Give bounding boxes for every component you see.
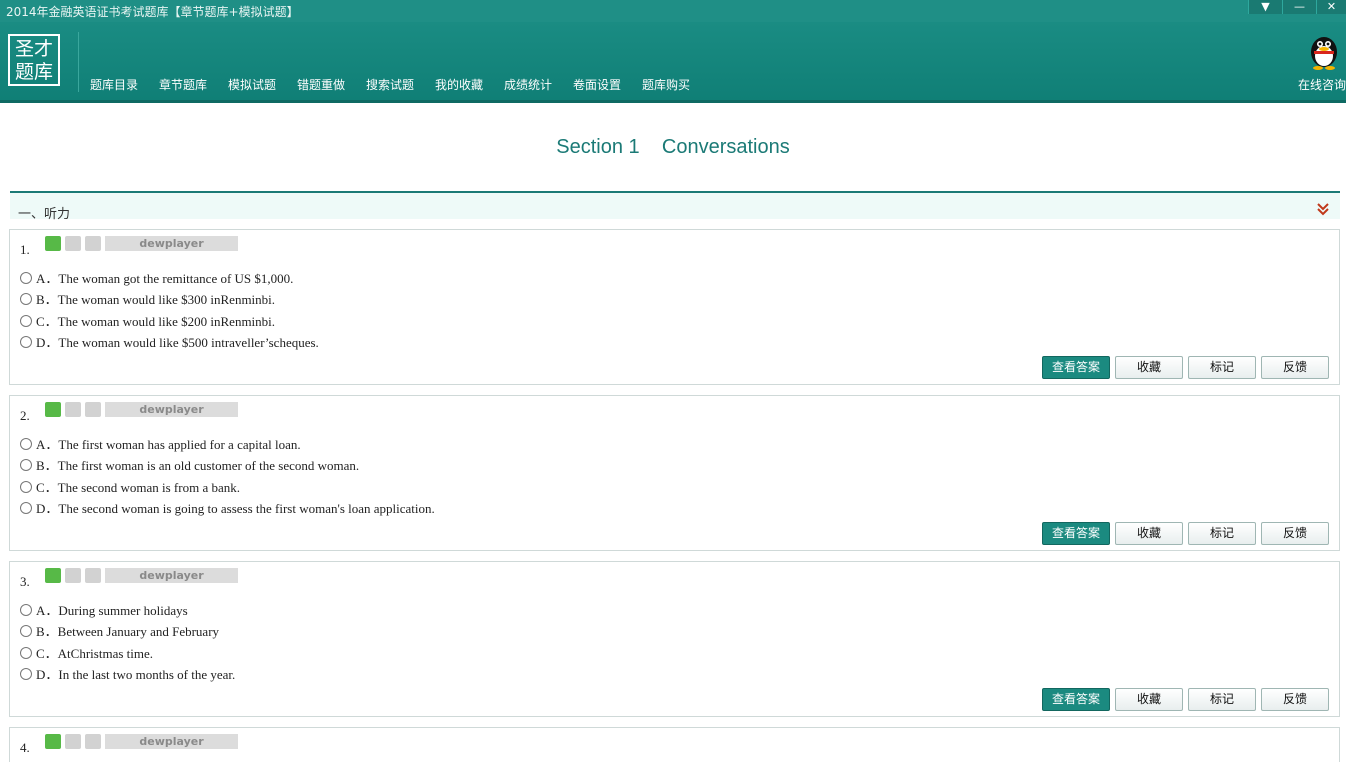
- audio-player-label: dewplayer: [105, 734, 238, 749]
- feedback-button[interactable]: 反馈: [1261, 356, 1329, 379]
- stop-icon[interactable]: [85, 236, 101, 251]
- nav-item-favorites[interactable]: 我的收藏: [435, 76, 483, 93]
- nav-item-catalog[interactable]: 题库目录: [90, 76, 138, 93]
- minimize-icon[interactable]: —: [1282, 0, 1316, 14]
- option-d[interactable]: D．The second woman is going to assess th…: [20, 498, 435, 517]
- feedback-button[interactable]: 反馈: [1261, 522, 1329, 545]
- radio-button[interactable]: [20, 293, 32, 305]
- view-answer-button[interactable]: 查看答案: [1042, 688, 1110, 711]
- nav-item-statistics[interactable]: 成绩统计: [504, 76, 552, 93]
- part-label: 一、听力: [18, 207, 71, 222]
- nav-item-search[interactable]: 搜索试题: [366, 76, 414, 93]
- pause-icon[interactable]: [65, 402, 81, 417]
- question-number: 3.: [20, 574, 30, 589]
- window-title: 2014年金融英语证书考试题库【章节题库+模拟试题】: [6, 5, 299, 19]
- question-number: 2.: [20, 408, 30, 423]
- online-consult-link[interactable]: 在线咨询: [1298, 76, 1346, 93]
- audio-player-label: dewplayer: [105, 568, 238, 583]
- radio-button[interactable]: [20, 438, 32, 450]
- collapse-chevron-icon[interactable]: [1316, 202, 1330, 216]
- play-icon[interactable]: [45, 402, 61, 417]
- play-icon[interactable]: [45, 734, 61, 749]
- nav-item-mock-exam[interactable]: 模拟试题: [228, 76, 276, 93]
- favorite-button[interactable]: 收藏: [1115, 522, 1183, 545]
- stop-icon[interactable]: [85, 734, 101, 749]
- radio-button[interactable]: [20, 668, 32, 680]
- part-header[interactable]: 一、听力: [10, 191, 1340, 222]
- section-title: Section 1 Conversations: [556, 136, 790, 158]
- mark-button[interactable]: 标记: [1188, 522, 1256, 545]
- option-d[interactable]: D．In the last two months of the year.: [20, 664, 235, 683]
- radio-button[interactable]: [20, 272, 32, 284]
- option-a[interactable]: A．The woman got the remittance of US $1,…: [20, 268, 293, 287]
- view-answer-button[interactable]: 查看答案: [1042, 522, 1110, 545]
- qq-penguin-icon[interactable]: [1308, 30, 1340, 70]
- nav-item-chapter-bank[interactable]: 章节题库: [159, 76, 207, 93]
- divider: [78, 32, 79, 92]
- toolbar-border: [0, 100, 1346, 103]
- favorite-button[interactable]: 收藏: [1115, 688, 1183, 711]
- favorite-button[interactable]: 收藏: [1115, 356, 1183, 379]
- pause-icon[interactable]: [65, 734, 81, 749]
- view-answer-button[interactable]: 查看答案: [1042, 356, 1110, 379]
- pause-icon[interactable]: [65, 568, 81, 583]
- radio-button[interactable]: [20, 647, 32, 659]
- main-toolbar: 圣才 题库 题库目录 章节题库 模拟试题 错题重做 搜索试题 我的收藏 成绩统计…: [0, 22, 1346, 100]
- stop-icon[interactable]: [85, 568, 101, 583]
- option-b[interactable]: B．Between January and February: [20, 621, 219, 640]
- option-a[interactable]: A．During summer holidays: [20, 600, 188, 619]
- close-icon[interactable]: ✕: [1316, 0, 1346, 14]
- play-icon[interactable]: [45, 568, 61, 583]
- radio-button[interactable]: [20, 315, 32, 327]
- option-b[interactable]: B．The woman would like $300 inRenminbi.: [20, 289, 275, 308]
- option-c[interactable]: C．The second woman is from a bank.: [20, 477, 240, 496]
- question-card: 1. dewplayer A．The woman got the remitta…: [9, 229, 1340, 385]
- question-card: 2. dewplayer A．The first woman has appli…: [9, 395, 1340, 551]
- option-b[interactable]: B．The first woman is an old customer of …: [20, 455, 359, 474]
- feedback-button[interactable]: 反馈: [1261, 688, 1329, 711]
- play-icon[interactable]: [45, 236, 61, 251]
- radio-button[interactable]: [20, 502, 32, 514]
- stop-icon[interactable]: [85, 402, 101, 417]
- option-a[interactable]: A．The first woman has applied for a capi…: [20, 434, 301, 453]
- audio-player-label: dewplayer: [105, 236, 238, 251]
- nav-item-purchase[interactable]: 题库购买: [642, 76, 690, 93]
- radio-button[interactable]: [20, 625, 32, 637]
- mark-button[interactable]: 标记: [1188, 356, 1256, 379]
- question-number: 1.: [20, 242, 30, 257]
- nav-item-settings[interactable]: 卷面设置: [573, 76, 621, 93]
- question-number: 4.: [20, 740, 30, 755]
- mark-button[interactable]: 标记: [1188, 688, 1256, 711]
- radio-button[interactable]: [20, 336, 32, 348]
- nav-item-redo-wrong[interactable]: 错题重做: [297, 76, 345, 93]
- radio-button[interactable]: [20, 481, 32, 493]
- menu-icon[interactable]: ▼: [1248, 0, 1282, 14]
- option-c[interactable]: C．The woman would like $200 inRenminbi.: [20, 311, 275, 330]
- option-d[interactable]: D．The woman would like $500 intraveller’…: [20, 332, 319, 351]
- option-c[interactable]: C．AtChristmas time.: [20, 643, 153, 662]
- radio-button[interactable]: [20, 604, 32, 616]
- title-bar: 2014年金融英语证书考试题库【章节题库+模拟试题】 ▼ — ✕: [0, 0, 1346, 22]
- pause-icon[interactable]: [65, 236, 81, 251]
- radio-button[interactable]: [20, 459, 32, 471]
- question-card: 3. dewplayer A．During summer holidays B．…: [9, 561, 1340, 717]
- audio-player-label: dewplayer: [105, 402, 238, 417]
- app-logo: 圣才 题库: [8, 34, 60, 86]
- question-card: 4. dewplayer: [9, 727, 1340, 762]
